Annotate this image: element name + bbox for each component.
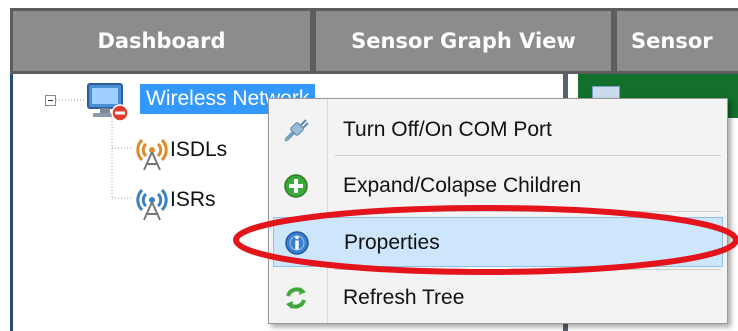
menu-item-label: Refresh Tree	[343, 286, 465, 309]
tree-collapse-toggle[interactable]	[45, 95, 56, 106]
antenna-blue-icon	[136, 188, 168, 221]
computer-error-icon	[87, 83, 129, 122]
menu-item-label: Expand/Colapse Children	[343, 174, 582, 197]
menu-item-label: Properties	[344, 231, 440, 254]
menu-item-properties[interactable]: Properties	[273, 217, 723, 267]
plus-green-icon	[284, 174, 308, 198]
tree-node-isdls[interactable]: ISDLs	[170, 138, 227, 162]
menu-item-refresh-tree[interactable]: Refresh Tree	[269, 273, 727, 323]
info-icon	[285, 231, 309, 255]
menu-separator	[335, 211, 721, 212]
menu-item-turn-off-on-com-port[interactable]: Turn Off/On COM Port	[269, 105, 727, 155]
menu-item-expand-collapse-children[interactable]: Expand/Colapse Children	[269, 161, 727, 211]
plug-icon	[284, 119, 309, 142]
antenna-orange-icon	[136, 138, 168, 171]
tree-node-isrs[interactable]: ISRs	[170, 188, 216, 212]
menu-separator	[335, 269, 721, 270]
context-menu: Turn Off/On COM Port Expand/Colapse Chil…	[268, 98, 728, 324]
menu-item-label: Turn Off/On COM Port	[343, 118, 552, 141]
refresh-icon	[286, 287, 306, 309]
menu-separator	[335, 155, 721, 156]
